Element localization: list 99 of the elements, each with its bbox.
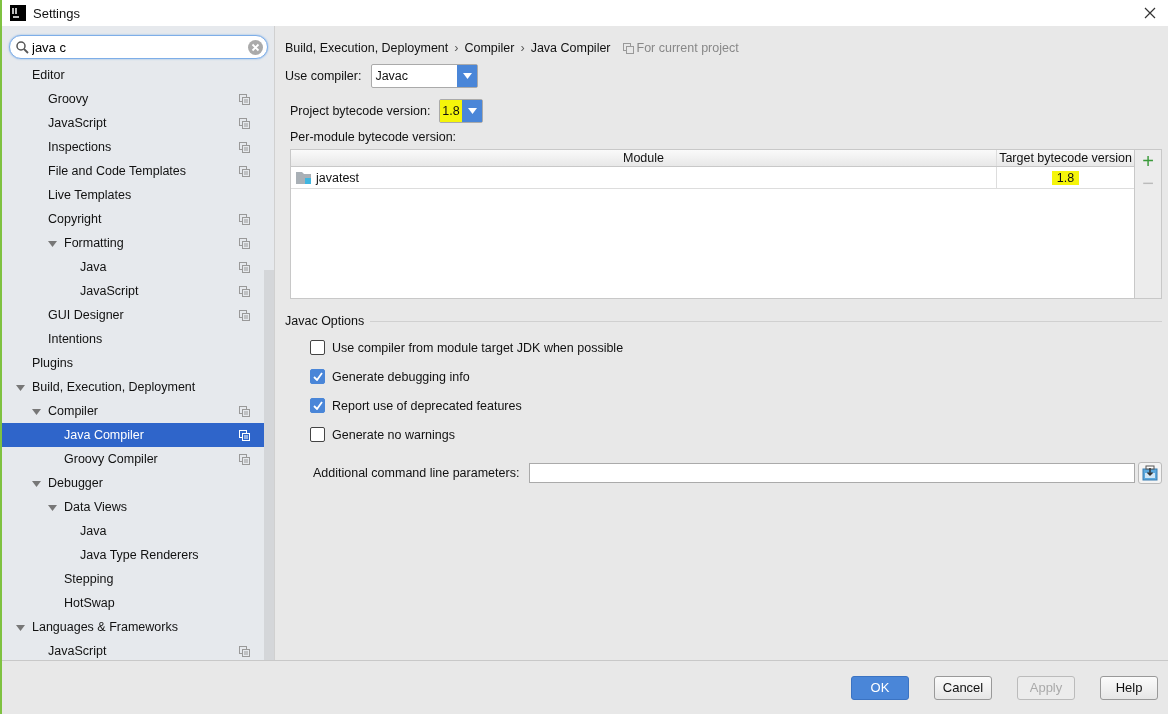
- tree-item-label: JavaScript: [80, 284, 139, 298]
- tree-item-label: GUI Designer: [48, 308, 124, 322]
- module-name: javatest: [316, 170, 360, 185]
- tree-item[interactable]: Groovy: [2, 87, 264, 111]
- dialog-button[interactable]: OK: [851, 675, 909, 700]
- tree-item[interactable]: Formatting: [2, 231, 264, 255]
- tree-item-label: Inspections: [48, 140, 112, 154]
- search-field[interactable]: java c: [9, 35, 268, 59]
- group-title: Javac Options: [285, 314, 365, 328]
- tree-item[interactable]: Compiler: [2, 399, 264, 423]
- checkbox[interactable]: [310, 340, 325, 355]
- parameters-field[interactable]: [529, 463, 1135, 483]
- tree-item[interactable]: Plugins: [2, 351, 264, 375]
- tree-item[interactable]: Inspections: [2, 135, 264, 159]
- search-input[interactable]: java c: [32, 39, 245, 55]
- tree-item[interactable]: Intentions: [2, 327, 264, 351]
- checkbox[interactable]: [310, 369, 325, 384]
- folder-icon: [296, 170, 312, 185]
- checkbox[interactable]: [310, 427, 325, 442]
- project-scope-icon: [622, 42, 634, 54]
- tree-item[interactable]: Build, Execution, Deployment: [2, 375, 264, 399]
- tree-item[interactable]: Data Views: [2, 495, 264, 519]
- expanded-arrow-icon[interactable]: [16, 383, 25, 392]
- tree-item[interactable]: Java Type Renderers: [2, 543, 264, 567]
- tree-item-label: Copyright: [48, 212, 102, 226]
- breadcrumb-item: Build, Execution, Deployment: [285, 41, 449, 55]
- field-label: Use compiler:: [285, 69, 362, 83]
- expanded-arrow-icon[interactable]: [16, 623, 25, 632]
- bytecode-dropdown[interactable]: 1.8: [439, 99, 484, 123]
- checkbox-label: Generate debugging info: [332, 369, 470, 384]
- tree-item[interactable]: JavaScript: [2, 111, 264, 135]
- tree-item[interactable]: File and Code Templates: [2, 159, 264, 183]
- expanded-arrow-icon[interactable]: [32, 479, 41, 488]
- tree-item-label: Debugger: [48, 476, 103, 490]
- tree-item-label: Editor: [32, 68, 65, 82]
- app-logo-icon: [10, 5, 26, 21]
- tree-item[interactable]: Java: [2, 255, 264, 279]
- tree-item[interactable]: Editor: [2, 63, 264, 87]
- tree-item-label: File and Code Templates: [48, 164, 187, 178]
- tree-item[interactable]: Copyright: [2, 207, 264, 231]
- search-icon: [16, 40, 29, 54]
- scrollbar-thumb[interactable]: [264, 270, 274, 660]
- tree-item-label: JavaScript: [48, 116, 107, 130]
- tree-item-label: Intentions: [48, 332, 103, 346]
- expanded-arrow-icon[interactable]: [32, 407, 41, 416]
- tree-item-label: HotSwap: [64, 596, 115, 610]
- checkbox[interactable]: [310, 398, 325, 413]
- tree-item-label: Build, Execution, Deployment: [32, 380, 196, 394]
- column-header[interactable]: Module: [291, 150, 997, 166]
- dialog-button[interactable]: Cancel: [934, 675, 992, 700]
- tree-item[interactable]: Java Compiler: [2, 423, 264, 447]
- tree-item[interactable]: Debugger: [2, 471, 264, 495]
- breadcrumb-separator: ›: [520, 41, 525, 55]
- tree-item-label: JavaScript: [48, 644, 107, 658]
- expanded-arrow-icon[interactable]: [48, 503, 57, 512]
- tree-item-label: Java Type Renderers: [80, 548, 199, 562]
- tree-item-label: Compiler: [48, 404, 98, 418]
- dropdown-arrow-icon: [462, 73, 472, 79]
- tree-item-label: Java: [80, 524, 107, 538]
- tree-item[interactable]: Languages & Frameworks: [2, 615, 264, 639]
- tree-item[interactable]: Java: [2, 519, 264, 543]
- field-label: Project bytecode version:: [290, 104, 431, 118]
- tree-item-label: Live Templates: [48, 188, 132, 202]
- tree-item[interactable]: Groovy Compiler: [2, 447, 264, 471]
- bytecode-version: 1.8: [1051, 170, 1080, 185]
- tree-item[interactable]: JavaScript: [2, 639, 264, 663]
- field-label: Additional command line parameters:: [313, 466, 520, 480]
- expanded-arrow-icon[interactable]: [48, 239, 57, 248]
- expand-editor-icon: [1142, 465, 1158, 481]
- breadcrumb-separator: ›: [454, 41, 459, 55]
- clear-icon[interactable]: [248, 39, 263, 55]
- tree-item[interactable]: JavaScript: [2, 279, 264, 303]
- window-title: Settings: [33, 5, 80, 21]
- tree-item-label: Groovy: [48, 92, 89, 106]
- breadcrumb-item: Compiler: [464, 41, 515, 55]
- tree-item-label: Java Compiler: [64, 428, 144, 442]
- tree-item-label: Java: [80, 260, 107, 274]
- tree-item-label: Stepping: [64, 572, 114, 586]
- tree-item[interactable]: Stepping: [2, 567, 264, 591]
- checkbox-label: Report use of deprecated features: [332, 398, 522, 413]
- tree-item-label: Data Views: [64, 500, 127, 514]
- close-icon[interactable]: [1144, 7, 1156, 19]
- tree-item-label: Groovy Compiler: [64, 452, 158, 466]
- checkbox-label: Use compiler from module target JDK when possible: [332, 340, 624, 355]
- dialog-button[interactable]: Help: [1100, 675, 1158, 700]
- tree-item[interactable]: Live Templates: [2, 183, 264, 207]
- scope-note: For current project: [636, 41, 739, 55]
- tree-item-label: Formatting: [64, 236, 124, 250]
- expand-button[interactable]: [1138, 462, 1162, 484]
- compiler-dropdown[interactable]: Javac: [371, 64, 479, 88]
- checkbox-label: Generate no warnings: [332, 427, 455, 442]
- breadcrumb-item: Java Compiler: [530, 41, 611, 55]
- tree-item-label: Languages & Frameworks: [32, 620, 178, 634]
- tree-item-label: Plugins: [32, 356, 73, 370]
- tree-item[interactable]: GUI Designer: [2, 303, 264, 327]
- tree-item[interactable]: HotSwap: [2, 591, 264, 615]
- dropdown-arrow-icon: [467, 108, 477, 114]
- column-header[interactable]: Target bytecode version: [997, 150, 1134, 166]
- section-label: Per-module bytecode version:: [290, 130, 458, 144]
